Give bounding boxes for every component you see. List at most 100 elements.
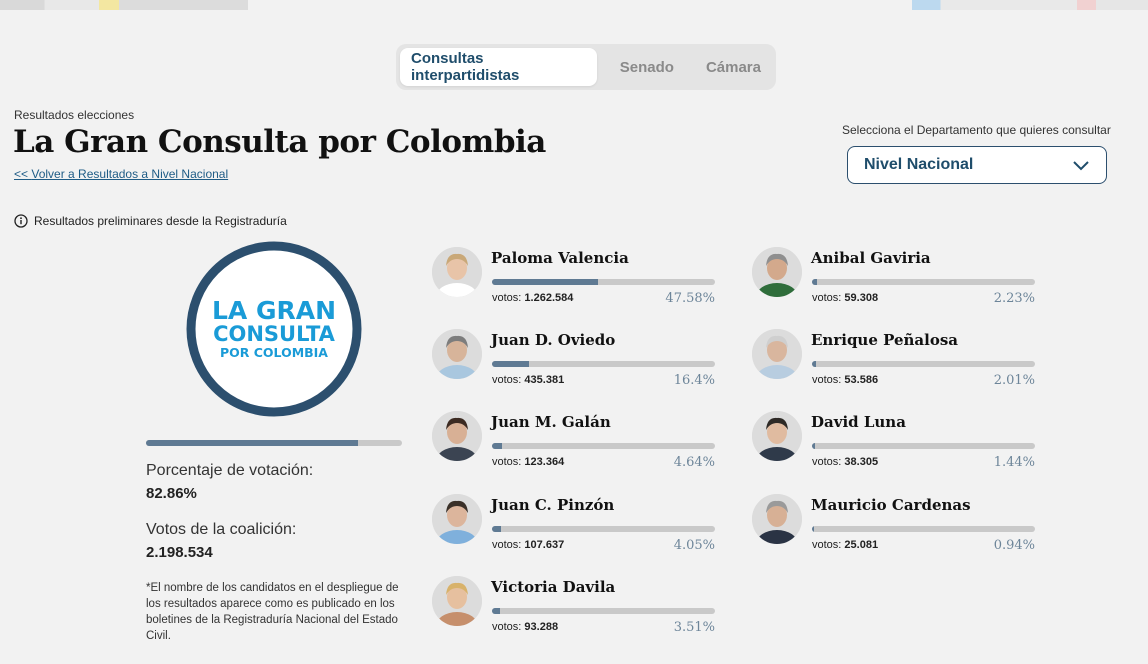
- candidate-name: Mauricio Cardenas: [811, 496, 971, 514]
- double-chevron-left-icon: <<: [14, 167, 29, 181]
- tab-senado[interactable]: Senado: [609, 48, 685, 86]
- department-select[interactable]: Nivel Nacional: [847, 146, 1107, 184]
- candidate-avatar: [432, 576, 482, 626]
- candidate-card: David Luna votos: 38.305 1.44%: [752, 411, 1042, 471]
- candidate-votes-value: 93.288: [524, 621, 559, 633]
- preliminary-notice-text: Resultados preliminares desde la Registr…: [34, 214, 287, 228]
- votes-prefix: votos:: [812, 539, 842, 551]
- candidate-name: Victoria Davila: [491, 578, 616, 596]
- candidate-vote-bar: [492, 361, 715, 367]
- candidate-percent: 3.51%: [673, 620, 715, 635]
- candidate-votes-value: 435.381: [524, 374, 565, 386]
- candidate-votes-value: 59.308: [844, 292, 879, 304]
- candidate-card: Anibal Gaviria votos: 59.308 2.23%: [752, 247, 1042, 307]
- candidate-name: Juan D. Oviedo: [491, 331, 616, 349]
- candidate-votes: votos: 59.308: [812, 292, 878, 304]
- candidate-card: Juan M. Galán votos: 123.364 4.64%: [432, 411, 722, 471]
- candidate-avatar: [752, 411, 802, 461]
- tab-camara[interactable]: Cámara: [695, 48, 772, 86]
- candidate-avatar: [752, 247, 802, 297]
- candidate-vote-bar: [812, 443, 1035, 449]
- coalition-votes-value: 2.198.534: [146, 544, 213, 561]
- candidate-avatar: [432, 329, 482, 379]
- banner-image-right: [912, 0, 1148, 10]
- votes-prefix: votos:: [492, 539, 522, 551]
- coalition-votes-label: Votos de la coalición:: [146, 521, 297, 538]
- page-title: La Gran Consulta por Colombia: [13, 124, 546, 160]
- votes-prefix: votos:: [492, 292, 522, 304]
- candidate-avatar: [432, 411, 482, 461]
- department-selected-value: Nivel Nacional: [864, 156, 974, 173]
- candidate-name: Anibal Gaviria: [811, 249, 931, 267]
- candidate-percent: 2.01%: [993, 373, 1035, 388]
- candidate-vote-bar-fill: [812, 443, 816, 449]
- candidate-vote-bar: [492, 608, 715, 614]
- back-to-national-link[interactable]: << Volver a Resultados a Nivel Nacional: [14, 167, 228, 181]
- candidate-vote-bar-fill: [812, 279, 817, 285]
- candidate-percent: 16.4%: [673, 373, 715, 388]
- candidate-card: Mauricio Cardenas votos: 25.081 0.94%: [752, 494, 1042, 554]
- candidate-vote-bar: [812, 361, 1035, 367]
- candidate-vote-bar-fill: [492, 526, 502, 532]
- candidate-vote-bar: [492, 443, 715, 449]
- votes-prefix: votos:: [492, 374, 522, 386]
- candidate-vote-bar-fill: [492, 608, 500, 614]
- candidate-votes-value: 53.586: [844, 374, 879, 386]
- candidate-vote-bar-fill: [812, 361, 817, 367]
- candidate-percent: 4.05%: [673, 538, 715, 553]
- top-banner-strip: [0, 0, 1148, 10]
- participation-progress-fill: [146, 440, 359, 446]
- logo-line-1: LA GRAN: [212, 296, 336, 325]
- votes-prefix: votos:: [492, 621, 522, 633]
- candidate-card: Victoria Davila votos: 93.288 3.51%: [432, 576, 722, 636]
- preliminary-notice: Resultados preliminares desde la Registr…: [14, 214, 287, 228]
- department-select-label: Selecciona el Departamento que quieres c…: [842, 123, 1111, 137]
- participation-progress-bar: [146, 440, 402, 446]
- candidate-percent: 0.94%: [993, 538, 1035, 553]
- logo-line-2: CONSULTA: [213, 322, 336, 346]
- candidate-avatar: [432, 247, 482, 297]
- candidate-votes-value: 1.262.584: [524, 292, 574, 304]
- participation-value: 82.86%: [146, 485, 197, 502]
- candidate-votes-value: 25.081: [844, 539, 879, 551]
- candidate-votes-value: 107.637: [524, 539, 565, 551]
- tab-consultas-interpartidistas[interactable]: Consultas interpartidistas: [400, 48, 597, 86]
- coalition-logo: LA GRAN CONSULTA POR COLOMBIA: [186, 241, 362, 417]
- candidate-name: David Luna: [811, 413, 906, 431]
- candidate-percent: 2.23%: [993, 291, 1035, 306]
- election-tabs: Consultas interpartidistas Senado Cámara: [396, 44, 776, 90]
- votes-prefix: votos:: [812, 374, 842, 386]
- candidate-card: Juan C. Pinzón votos: 107.637 4.05%: [432, 494, 722, 554]
- candidate-avatar: [752, 494, 802, 544]
- candidate-avatar: [752, 329, 802, 379]
- candidate-vote-bar-fill: [492, 361, 529, 367]
- candidate-percent: 47.58%: [665, 291, 715, 306]
- candidate-avatar: [432, 494, 482, 544]
- candidate-vote-bar: [492, 279, 715, 285]
- votes-prefix: votos:: [812, 456, 842, 468]
- candidate-vote-bar-fill: [812, 526, 815, 532]
- candidate-votes: votos: 123.364: [492, 456, 564, 468]
- back-link-label: Volver a Resultados a Nivel Nacional: [31, 167, 229, 181]
- candidate-name: Enrique Peñalosa: [811, 331, 959, 349]
- candidate-votes: votos: 93.288: [492, 621, 558, 633]
- candidate-votes: votos: 38.305: [812, 456, 878, 468]
- chevron-down-icon: [1073, 161, 1089, 171]
- candidate-vote-bar: [812, 279, 1035, 285]
- candidate-card: Paloma Valencia votos: 1.262.584 47.58%: [432, 247, 722, 307]
- candidate-vote-bar: [812, 526, 1035, 532]
- votes-prefix: votos:: [492, 456, 522, 468]
- participation-label: Porcentaje de votación:: [146, 462, 314, 479]
- candidate-votes: votos: 107.637: [492, 539, 564, 551]
- candidate-votes-value: 38.305: [844, 456, 879, 468]
- candidate-name: Juan M. Galán: [491, 413, 611, 431]
- banner-image-left: [0, 0, 248, 10]
- candidate-vote-bar: [492, 526, 715, 532]
- candidate-card: Enrique Peñalosa votos: 53.586 2.01%: [752, 329, 1042, 389]
- candidate-name: Paloma Valencia: [491, 249, 629, 267]
- candidate-name: Juan C. Pinzón: [491, 496, 615, 514]
- candidate-votes: votos: 53.586: [812, 374, 878, 386]
- candidate-percent: 1.44%: [993, 455, 1035, 470]
- votes-prefix: votos:: [812, 292, 842, 304]
- candidate-votes: votos: 25.081: [812, 539, 878, 551]
